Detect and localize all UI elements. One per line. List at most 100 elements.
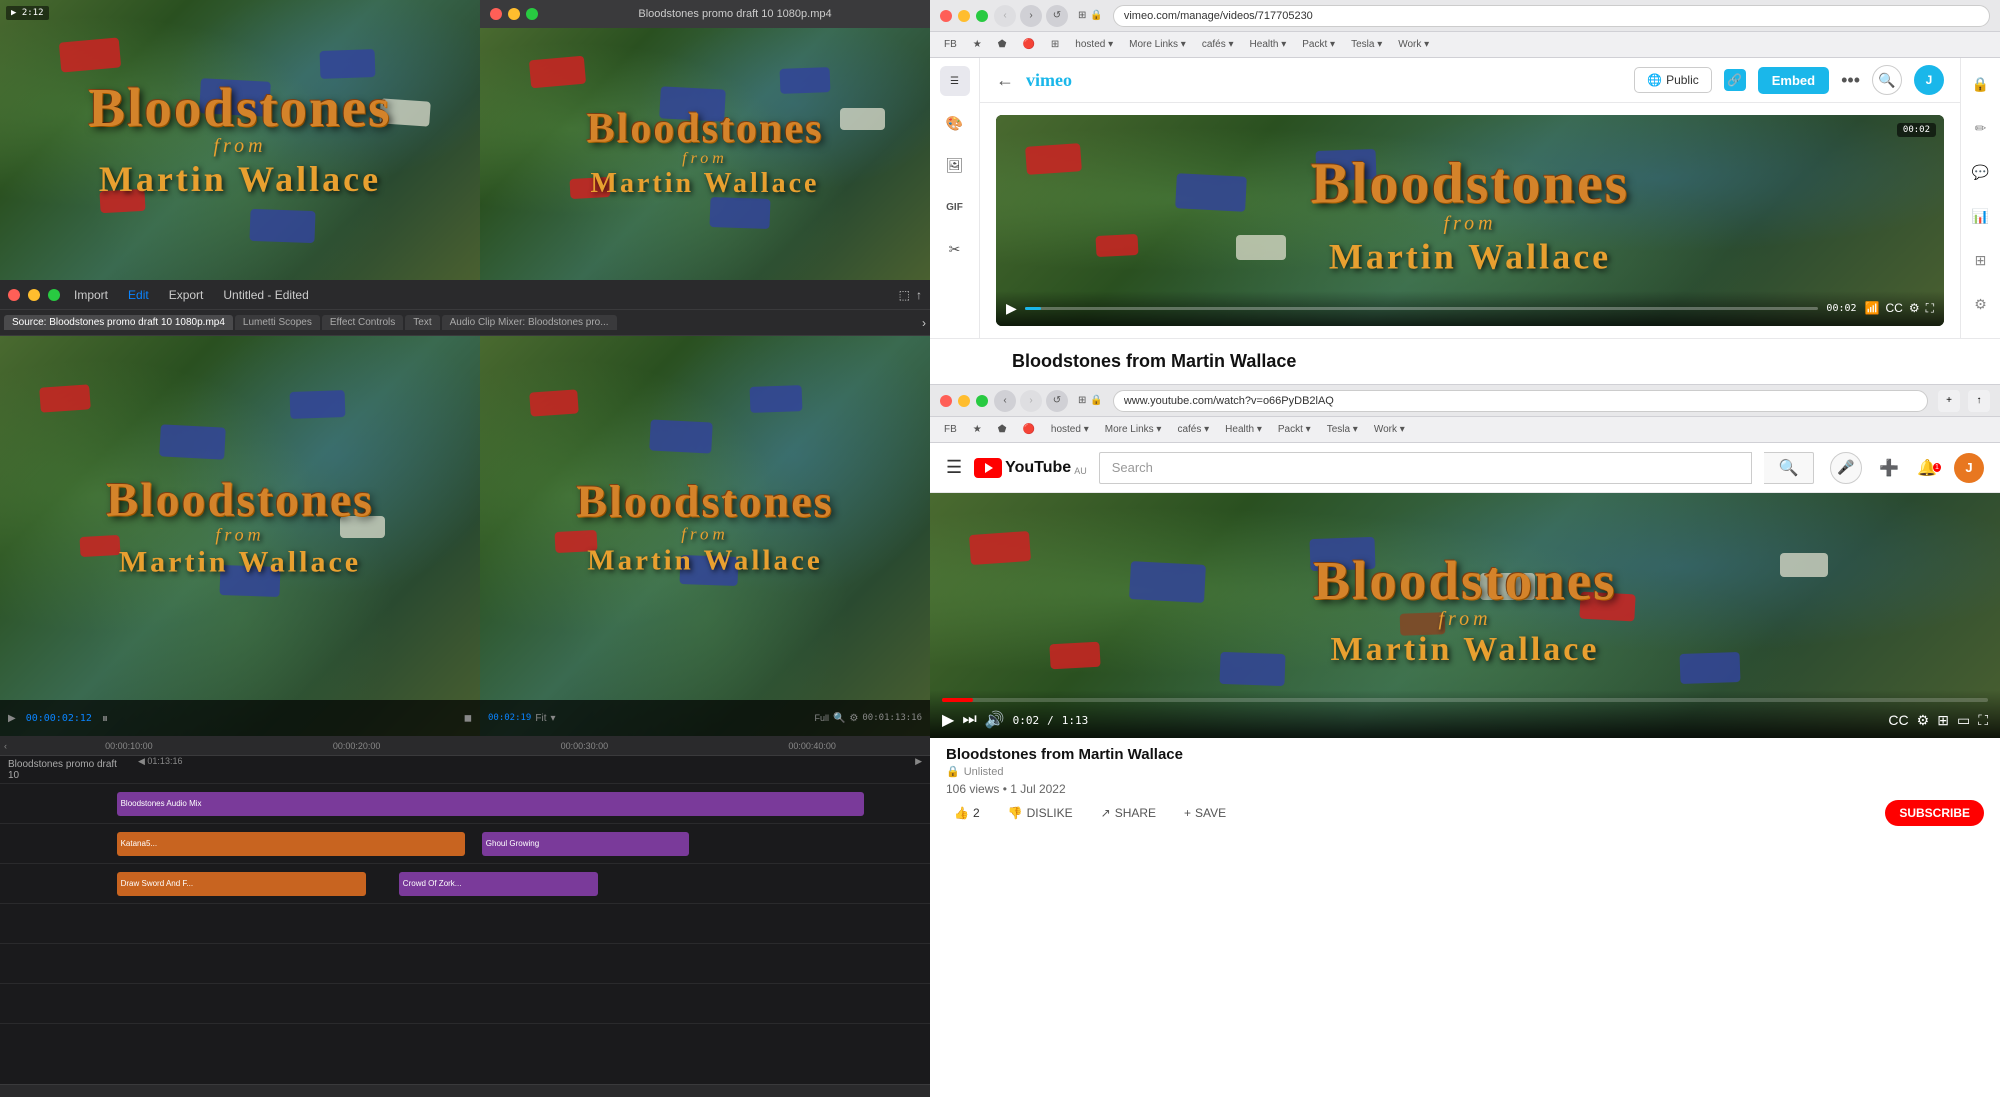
editor-icon-share[interactable]: ↑ bbox=[916, 288, 922, 302]
vimeo-cc-icon[interactable]: CC bbox=[1885, 301, 1902, 316]
bookmark-3[interactable]: ⬟ bbox=[992, 38, 1013, 51]
yt-url-bar[interactable]: www.youtube.com/watch?v=o66PyDB2lAQ bbox=[1113, 390, 1928, 412]
yt-miniplayer-btn[interactable]: ⊞ bbox=[1937, 712, 1949, 729]
source-tab-0[interactable]: Source: Bloodstones promo draft 10 1080p… bbox=[4, 315, 233, 330]
vimeo-player[interactable]: Bloodstones from Martin Wallace 00:02 ▶ bbox=[996, 115, 1944, 326]
bookmark-2[interactable]: ★ bbox=[967, 38, 988, 51]
yt-theater-btn[interactable]: ▭ bbox=[1957, 712, 1970, 729]
editor-icon-expand[interactable]: ⬚ bbox=[899, 288, 910, 302]
vimeo-play-btn[interactable]: ▶ bbox=[1006, 300, 1017, 317]
vimeo-right-chat[interactable]: 💬 bbox=[1967, 158, 1995, 186]
yt-nav-refresh[interactable]: ↺ bbox=[1046, 390, 1068, 412]
vimeo-traffic-green[interactable] bbox=[976, 10, 988, 22]
vimeo-right-settings[interactable]: ⚙ bbox=[1967, 290, 1995, 318]
track-clip-2b[interactable]: Crowd Of Zork... bbox=[399, 872, 598, 896]
bookmark-hosted[interactable]: hosted ▾ bbox=[1069, 38, 1119, 51]
yt-bookmark-cafes[interactable]: cafés ▾ bbox=[1171, 423, 1215, 436]
yt-share-btn[interactable]: ↗ SHARE bbox=[1093, 802, 1164, 824]
yt-traffic-yellow[interactable] bbox=[958, 395, 970, 407]
yt-subtitles-btn[interactable]: CC bbox=[1888, 712, 1908, 728]
yt-nav-back[interactable]: ‹ bbox=[994, 390, 1016, 412]
yt-notifications-btn[interactable]: 🔔1 bbox=[1914, 453, 1944, 483]
yt-fullscreen-btn[interactable]: ⛶ bbox=[1978, 712, 1988, 729]
vimeo-embed-btn[interactable]: Embed bbox=[1758, 67, 1829, 94]
yt-bookmark-health[interactable]: Health ▾ bbox=[1219, 423, 1268, 436]
yt-play-btn[interactable]: ▶ bbox=[942, 710, 954, 730]
track-clip-1b[interactable]: Ghoul Growing bbox=[482, 832, 690, 856]
vimeo-sidebar-scissors[interactable]: ✂ bbox=[940, 234, 970, 264]
bookmark-tesla[interactable]: Tesla ▾ bbox=[1345, 38, 1388, 51]
source-tab-4[interactable]: Audio Clip Mixer: Bloodstones pro... bbox=[442, 315, 617, 330]
vimeo-more-btn[interactable]: ••• bbox=[1841, 70, 1860, 91]
vimeo-volume-icon[interactable]: 📶 bbox=[1865, 301, 1880, 316]
yt-mic-btn[interactable]: 🎤 bbox=[1830, 452, 1862, 484]
yt-traffic-red[interactable] bbox=[940, 395, 952, 407]
yt-bookmark-4[interactable]: 🔴 bbox=[1016, 423, 1040, 436]
traffic-dot-yellow[interactable] bbox=[508, 8, 520, 20]
source-tab-2[interactable]: Effect Controls bbox=[322, 315, 403, 330]
vimeo-url-bar[interactable]: vimeo.com/manage/videos/717705230 bbox=[1113, 5, 1990, 27]
track-panel-collapse[interactable]: ‹ bbox=[4, 741, 7, 751]
vimeo-sidebar-image[interactable]: 🖼 bbox=[940, 150, 970, 180]
editor-traffic-green[interactable] bbox=[48, 289, 60, 301]
yt-like-btn[interactable]: 👍 2 bbox=[946, 802, 988, 824]
vimeo-right-chart[interactable]: 📊 bbox=[1967, 202, 1995, 230]
yt-bookmark-fb[interactable]: FB bbox=[938, 423, 963, 436]
vimeo-sidebar-gif[interactable]: GIF bbox=[940, 192, 970, 222]
vimeo-right-lock[interactable]: 🔒 bbox=[1967, 70, 1995, 98]
track-clip-1a[interactable]: Katana5... bbox=[117, 832, 466, 856]
yt-progress-bar[interactable] bbox=[942, 698, 1988, 702]
yt-dislike-btn[interactable]: 👎 DISLIKE bbox=[1000, 802, 1081, 824]
yt-save-btn[interactable]: + SAVE bbox=[1176, 802, 1234, 824]
bookmark-health[interactable]: Health ▾ bbox=[1244, 38, 1293, 51]
nav-refresh-btn[interactable]: ↺ bbox=[1046, 5, 1068, 27]
source-tabs-more[interactable]: › bbox=[922, 316, 926, 330]
track-clip-main[interactable]: Bloodstones Audio Mix bbox=[117, 792, 864, 816]
bookmark-cafes[interactable]: cafés ▾ bbox=[1196, 38, 1240, 51]
traffic-dot-green[interactable] bbox=[526, 8, 538, 20]
vimeo-right-edit[interactable]: ✏ bbox=[1967, 114, 1995, 142]
yt-bookmark-2[interactable]: ★ bbox=[967, 423, 988, 436]
yt-bookmark-tesla[interactable]: Tesla ▾ bbox=[1321, 423, 1364, 436]
yt-nav-fwd[interactable]: › bbox=[1020, 390, 1042, 412]
yt-skip-btn[interactable]: ⏭ bbox=[962, 711, 976, 729]
yt-settings-btn[interactable]: ⚙ bbox=[1917, 712, 1930, 729]
bookmark-packt[interactable]: Packt ▾ bbox=[1296, 38, 1341, 51]
play-icon-left[interactable]: ▶ bbox=[8, 713, 16, 724]
yt-bookmark-work[interactable]: Work ▾ bbox=[1368, 423, 1411, 436]
yt-search-bar[interactable]: Search bbox=[1099, 452, 1752, 484]
yt-bookmark-3[interactable]: ⬟ bbox=[992, 423, 1013, 436]
yt-browser-add-tab[interactable]: + bbox=[1938, 390, 1960, 412]
vimeo-search-btn[interactable]: 🔍 bbox=[1872, 65, 1902, 95]
yt-menu-icon[interactable]: ☰ bbox=[946, 457, 962, 478]
yt-subscribe-btn[interactable]: SUBSCRIBE bbox=[1885, 800, 1984, 826]
menu-export[interactable]: Export bbox=[163, 286, 210, 304]
yt-add-video-btn[interactable]: ➕ bbox=[1874, 453, 1904, 483]
yt-traffic-green[interactable] bbox=[976, 395, 988, 407]
yt-bookmark-hosted[interactable]: hosted ▾ bbox=[1045, 423, 1095, 436]
bookmark-more-links[interactable]: More Links ▾ bbox=[1123, 38, 1192, 51]
menu-edit[interactable]: Edit bbox=[122, 286, 155, 304]
vimeo-link-icon[interactable]: 🔗 bbox=[1724, 69, 1746, 91]
bookmark-4[interactable]: 🔴 bbox=[1016, 38, 1040, 51]
vimeo-fullscreen-icon[interactable]: ⛶ bbox=[1926, 301, 1934, 316]
editor-traffic-yellow[interactable] bbox=[28, 289, 40, 301]
menu-untitled[interactable]: Untitled - Edited bbox=[217, 286, 314, 304]
vimeo-public-btn[interactable]: 🌐 Public bbox=[1634, 67, 1712, 93]
bookmark-work[interactable]: Work ▾ bbox=[1392, 38, 1435, 51]
source-tab-3[interactable]: Text bbox=[405, 315, 439, 330]
editor-traffic-red[interactable] bbox=[8, 289, 20, 301]
track-clip-2a[interactable]: Draw Sword And F... bbox=[117, 872, 366, 896]
yt-volume-btn[interactable]: 🔊 bbox=[985, 710, 1005, 730]
bookmark-5[interactable]: ⊞ bbox=[1045, 38, 1065, 51]
yt-search-btn[interactable]: 🔍 bbox=[1764, 452, 1814, 484]
vimeo-settings-icon[interactable]: ⚙ bbox=[1909, 301, 1920, 316]
yt-bookmark-packt[interactable]: Packt ▾ bbox=[1272, 423, 1317, 436]
pause-icon[interactable]: ⏸ bbox=[102, 711, 108, 726]
vimeo-sidebar-hamburger[interactable]: ☰ bbox=[940, 66, 970, 96]
yt-video-player[interactable]: Bloodstones from Martin Wallace ▶ bbox=[930, 493, 2000, 738]
menu-import[interactable]: Import bbox=[68, 286, 114, 304]
nav-forward-btn[interactable]: › bbox=[1020, 5, 1042, 27]
vimeo-traffic-red[interactable] bbox=[940, 10, 952, 22]
bookmark-fb[interactable]: FB bbox=[938, 38, 963, 51]
